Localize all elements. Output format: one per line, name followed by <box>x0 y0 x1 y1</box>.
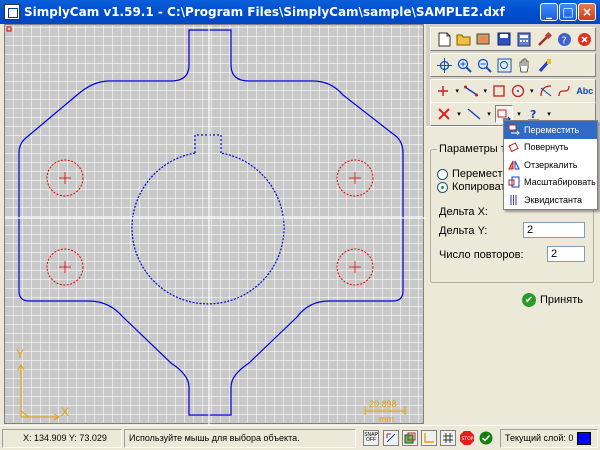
transform-dropdown-menu: Переместить Повернуть Отзеркалить Масшта… <box>503 120 598 210</box>
menu-item-label: Отзеркалить <box>524 159 578 170</box>
svg-text:?: ? <box>561 35 566 46</box>
draw-toolbar: ▾ ▾ ▾ Abc <box>430 79 596 103</box>
status-bar: X: 134.909 Y: 73.029 Используйте мышь дл… <box>0 425 600 450</box>
new-icon[interactable] <box>435 30 453 48</box>
circle-icon[interactable] <box>510 82 527 100</box>
keyway[interactable] <box>194 134 222 153</box>
drawing-canvas[interactable]: Y X 20.898 mm <box>4 24 425 425</box>
scale-value: 20.898 <box>369 399 397 409</box>
brush-icon[interactable] <box>535 56 553 74</box>
text-icon[interactable]: Abc <box>575 82 595 100</box>
svg-text:STOP: STOP <box>462 436 474 442</box>
trim-icon[interactable] <box>465 105 483 123</box>
hole-top-right[interactable] <box>336 159 374 197</box>
layer-icon[interactable] <box>402 430 418 446</box>
calc-icon[interactable] <box>515 30 533 48</box>
hole-bottom-right[interactable] <box>336 248 374 286</box>
hole-top-left[interactable] <box>46 159 84 197</box>
rect-icon[interactable] <box>491 82 508 100</box>
delta-x-label: Дельта X: <box>439 206 488 218</box>
chevron-down-icon[interactable]: ▾ <box>485 105 493 123</box>
maximize-button[interactable]: □ <box>559 3 577 21</box>
right-panel: ? ▾ ▾ ▾ Abc ▾ ▾ ▾ ? ▾ Параметры тран Пер… <box>426 24 600 425</box>
file-toolbar: ? <box>430 27 596 51</box>
menu-item-label: Эквидистанта <box>524 194 583 205</box>
select-icon[interactable] <box>435 56 453 74</box>
repeats-field[interactable]: 2 <box>547 246 585 262</box>
menu-item-label: Повернуть <box>524 142 569 153</box>
point-icon[interactable] <box>435 82 452 100</box>
ok-icon[interactable] <box>478 430 494 446</box>
menu-item-rotate[interactable]: Повернуть <box>504 139 597 157</box>
chevron-down-icon[interactable]: ▾ <box>454 82 461 100</box>
status-hint: Используйте мышь для выбора объекта. <box>124 429 356 448</box>
drawing-svg <box>5 25 425 425</box>
layer-color-swatch[interactable] <box>577 432 591 445</box>
menu-item-label: Масштабировать <box>524 177 596 188</box>
help-icon[interactable]: ? <box>555 30 573 48</box>
part-outline[interactable] <box>18 29 404 416</box>
pan-icon[interactable] <box>515 56 533 74</box>
exit-icon[interactable] <box>575 30 593 48</box>
window-title: SimplyCam v1.59.1 - C:\Program Files\Sim… <box>24 5 505 19</box>
delete-icon[interactable] <box>435 105 453 123</box>
scale-unit: mm <box>379 414 394 424</box>
zoom-window-icon[interactable] <box>495 56 513 74</box>
curve-icon[interactable] <box>556 82 573 100</box>
stop-icon[interactable]: STOP <box>459 430 475 446</box>
snap-toggle[interactable]: SNAP OFF <box>363 430 379 446</box>
chevron-down-icon[interactable]: ▾ <box>528 82 535 100</box>
save-icon[interactable] <box>495 30 513 48</box>
rotate-icon <box>508 141 520 153</box>
app-window: SimplyCam v1.59.1 - C:\Program Files\Sim… <box>0 0 600 450</box>
zoom-out-icon[interactable] <box>475 56 493 74</box>
delta-y-field[interactable]: 2 <box>523 222 585 238</box>
axis-y-label: Y <box>16 347 25 361</box>
chevron-down-icon[interactable]: ▾ <box>455 105 463 123</box>
radio-copy[interactable]: Копировать <box>437 181 511 193</box>
snap-grid-icon[interactable] <box>383 430 399 446</box>
menu-item-label: Переместить <box>524 124 580 135</box>
minimize-button[interactable]: _ <box>540 3 558 21</box>
menu-item-mirror[interactable]: Отзеркалить <box>504 156 597 174</box>
import-icon[interactable] <box>475 30 493 48</box>
close-button[interactable]: × <box>578 3 596 21</box>
apply-label: Принять <box>540 294 583 306</box>
open-icon[interactable] <box>455 30 473 48</box>
line-icon[interactable] <box>463 82 480 100</box>
axis-x-label: X <box>61 405 70 419</box>
origin-marker <box>6 26 12 32</box>
chevron-down-icon[interactable]: ▾ <box>482 82 489 100</box>
menu-item-scale[interactable]: Масштабировать <box>504 174 597 192</box>
svg-text:?: ? <box>530 108 536 121</box>
tool-icon[interactable] <box>535 30 553 48</box>
radio-copy-dot[interactable] <box>437 181 448 193</box>
arc-icon[interactable] <box>538 82 555 100</box>
axes-icon[interactable] <box>421 430 437 446</box>
title-bar[interactable]: SimplyCam v1.59.1 - C:\Program Files\Sim… <box>0 0 600 24</box>
grid-icon[interactable] <box>440 430 456 446</box>
menu-item-offset[interactable]: Эквидистанта <box>504 191 597 209</box>
delta-y-label: Дельта Y: <box>439 225 488 237</box>
apply-button[interactable]: ✔ Принять <box>522 293 583 307</box>
zoom-in-icon[interactable] <box>455 56 473 74</box>
offset-icon <box>508 194 520 206</box>
checkmark-icon: ✔ <box>522 293 536 307</box>
hole-bottom-left[interactable] <box>46 248 84 286</box>
app-icon <box>4 4 20 20</box>
radio-move-dot[interactable] <box>437 168 448 180</box>
move-icon <box>508 124 520 136</box>
view-toolbar <box>430 53 596 77</box>
center-bore[interactable] <box>131 152 285 305</box>
scale-icon <box>508 176 520 188</box>
menu-item-move[interactable]: Переместить <box>504 121 597 139</box>
repeats-label: Число повторов: <box>439 249 524 261</box>
coords-readout: X: 134.909 Y: 73.029 <box>2 429 122 448</box>
mirror-icon <box>508 159 520 171</box>
